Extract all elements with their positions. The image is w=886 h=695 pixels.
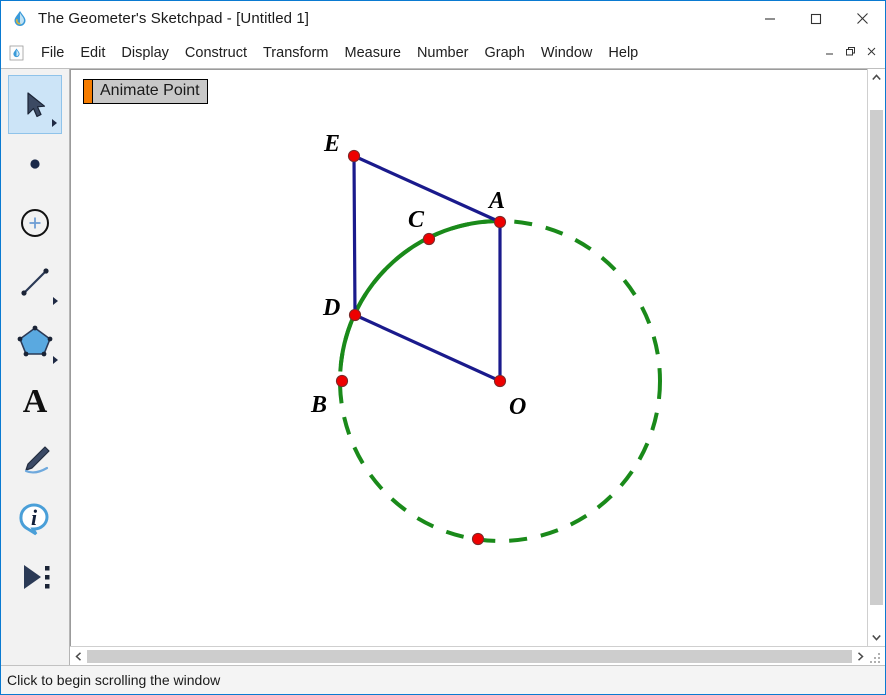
point-C[interactable] [422,232,436,246]
status-message: Click to begin scrolling the window [7,672,221,688]
document-droplet-icon[interactable] [9,45,25,61]
vertical-scroll-thumb[interactable] [870,110,883,605]
tool-arrow-select[interactable] [8,75,62,134]
horizontal-scroll-thumb[interactable] [87,649,852,663]
scroll-down-button[interactable] [868,629,885,646]
tool-custom[interactable] [8,547,62,606]
menu-help[interactable]: Help [600,42,646,64]
vertical-scrollbar[interactable] [867,69,885,646]
window-title: The Geometer's Sketchpad - [Untitled 1] [38,10,310,27]
menu-display[interactable]: Display [113,42,177,64]
geometry-figure: E A C D B O [310,131,662,546]
svg-text:A: A [23,383,48,419]
tool-text[interactable]: A [8,370,62,429]
point-A[interactable] [493,215,507,229]
menu-graph[interactable]: Graph [477,42,533,64]
tool-straightedge[interactable] [8,252,62,311]
menu-window[interactable]: Window [533,42,601,64]
close-button[interactable] [839,1,885,36]
workspace: A i Animate Point E A C D B O [1,69,885,665]
horizontal-scrollbar[interactable] [70,646,885,665]
document-pane: Animate Point EACDBO [70,69,885,665]
point-label-C[interactable]: C [408,207,425,233]
point-label-B[interactable]: B [310,392,327,418]
flyout-arrow-icon [53,297,58,305]
menu-file[interactable]: File [33,42,72,64]
menu-bar: File Edit Display Construct Transform Me… [1,37,885,69]
point-label-O[interactable]: O [509,394,526,420]
tool-marker[interactable] [8,429,62,488]
flyout-arrow-icon [53,356,58,364]
tool-information[interactable]: i [8,488,62,547]
menu-construct[interactable]: Construct [177,42,255,64]
window-controls [747,1,885,36]
application-window: The Geometer's Sketchpad - [Untitled 1] … [0,0,886,695]
tool-palette: A i [1,69,70,665]
tool-compass[interactable] [8,193,62,252]
sketchpad-droplet-icon [11,10,29,28]
flyout-arrow-icon [52,119,57,127]
point-E[interactable] [347,149,361,163]
point-O[interactable] [493,374,507,388]
mdi-close-button[interactable] [862,42,881,61]
minimize-button[interactable] [747,1,793,36]
menu-number[interactable]: Number [409,42,477,64]
point-D[interactable] [348,308,362,322]
point-label-D[interactable]: D [322,295,340,321]
scroll-up-button[interactable] [868,69,885,86]
mdi-restore-button[interactable] [841,42,860,61]
menu-transform[interactable]: Transform [255,42,337,64]
point-B[interactable] [335,374,349,388]
sketch-canvas[interactable]: Animate Point EACDBO [70,69,867,646]
mdi-minimize-button[interactable] [820,42,839,61]
scroll-left-button[interactable] [70,647,87,665]
scroll-right-button[interactable] [852,647,869,665]
segment-E-A[interactable] [352,154,502,224]
tool-polygon[interactable] [8,311,62,370]
maximize-button[interactable] [793,1,839,36]
title-bar: The Geometer's Sketchpad - [Untitled 1] [1,1,885,37]
menu-measure[interactable]: Measure [337,42,409,64]
point-unlabeled[interactable] [471,532,485,546]
mdi-window-controls [820,42,881,61]
svg-text:i: i [31,505,38,530]
point-label-A[interactable]: A [487,188,505,214]
resize-grip-icon[interactable] [869,647,885,665]
segment-D-O[interactable] [353,313,502,383]
segment-E-D[interactable] [352,154,357,317]
solid-arc[interactable] [338,219,502,367]
tool-point[interactable] [8,134,62,193]
menu-edit[interactable]: Edit [72,42,113,64]
point-label-E[interactable]: E [323,131,340,157]
status-bar: Click to begin scrolling the window [1,665,885,694]
